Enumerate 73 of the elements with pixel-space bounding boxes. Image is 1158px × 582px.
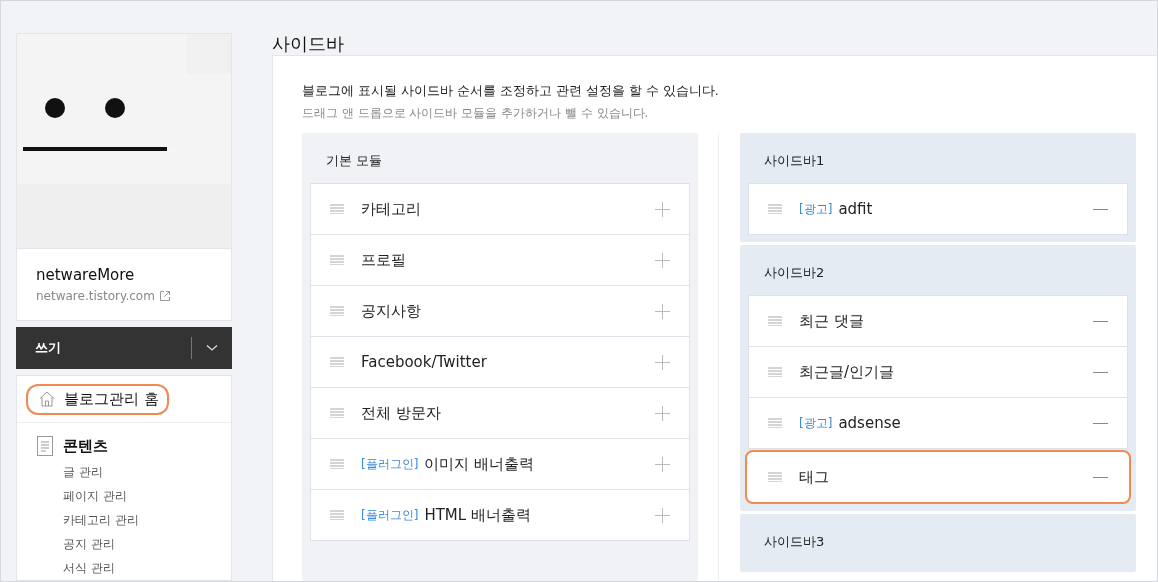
- sidebar-title: 사이드바3: [763, 533, 826, 551]
- module-name: HTML 배너출력: [424, 505, 531, 525]
- drag-handle-icon: [768, 367, 782, 377]
- module-item[interactable]: 최근 댓글: [748, 295, 1128, 347]
- drag-handle-icon: [330, 459, 344, 469]
- module-item[interactable]: [플러그인] HTML 배너출력: [310, 489, 690, 541]
- description-text: 드래그 앤 드롭으로 사이드바 모듈을 추가하거나 뺄 수 있습니다.: [302, 105, 650, 122]
- drag-handle-icon: [330, 357, 344, 367]
- module-name: adsense: [838, 414, 901, 432]
- module-tag: [플러그인]: [361, 506, 419, 524]
- module-tag: [플러그인]: [361, 455, 419, 473]
- module-name: 태그: [799, 467, 829, 487]
- module-item[interactable]: 프로필: [310, 234, 690, 286]
- minus-icon: [1093, 370, 1108, 374]
- external-link-icon: [158, 290, 171, 302]
- drag-handle-icon: [330, 255, 344, 265]
- minus-icon: [1093, 207, 1108, 211]
- module-item[interactable]: [플러그인] 이미지 배너출력: [310, 438, 690, 490]
- module-item[interactable]: [광고] adsense: [748, 397, 1128, 449]
- drag-handle-icon: [768, 472, 782, 482]
- minus-icon: [1093, 475, 1108, 479]
- menu-item[interactable]: 글 관리: [37, 460, 231, 484]
- drag-handle-icon: [768, 418, 782, 428]
- drag-handle-icon: [768, 204, 782, 214]
- module-tag: [광고]: [799, 414, 833, 432]
- drag-handle-icon: [330, 510, 344, 520]
- drag-handle-icon: [768, 316, 782, 326]
- write-button[interactable]: 쓰기: [16, 327, 191, 369]
- module-item[interactable]: 전체 방문자: [310, 387, 690, 439]
- minus-icon: [1093, 421, 1108, 425]
- module-name: 이미지 배너출력: [424, 454, 535, 474]
- plus-icon: [655, 405, 670, 421]
- plus-icon: [655, 456, 670, 472]
- module-item[interactable]: 태그: [745, 450, 1131, 504]
- sidebar-title: 사이드바1: [763, 152, 826, 170]
- module-name: 공지사항: [361, 301, 421, 321]
- module-name: 전체 방문자: [361, 403, 441, 423]
- module-name: 프로필: [361, 250, 406, 270]
- module-item[interactable]: [광고] adfit: [748, 183, 1128, 235]
- module-item[interactable]: 최근글/인기글: [748, 346, 1128, 398]
- minus-icon: [1093, 319, 1108, 323]
- plus-icon: [655, 303, 670, 319]
- menu-item[interactable]: 카테고리 관리: [37, 508, 231, 532]
- column-title: 기본 모듈: [325, 152, 384, 170]
- module-name: 최근글/인기글: [799, 362, 895, 382]
- plus-icon: [655, 354, 670, 370]
- page-title: 사이드바: [272, 33, 345, 55]
- drag-handle-icon: [330, 408, 344, 418]
- menu-item[interactable]: 서식 관리: [37, 556, 231, 580]
- module-name: adfit: [838, 200, 873, 218]
- module-tag: [광고]: [799, 200, 833, 218]
- document-icon: [37, 436, 53, 456]
- module-name: Facebook/Twitter: [361, 353, 487, 371]
- module-item[interactable]: 카테고리: [310, 183, 690, 235]
- home-icon: [38, 390, 56, 408]
- module-name: 카테고리: [361, 199, 421, 219]
- drag-handle-icon: [330, 204, 344, 214]
- description-text: 블로그에 표시될 사이드바 순서를 조정하고 관련 설정을 할 수 있습니다.: [302, 82, 720, 100]
- plus-icon: [655, 201, 670, 217]
- menu-item[interactable]: 공지 관리: [37, 532, 231, 556]
- menu-section-title: 콘텐츠: [63, 436, 108, 456]
- plus-icon: [655, 252, 670, 268]
- caret-icon: [206, 344, 218, 352]
- sidebar-title: 사이드바2: [763, 264, 826, 282]
- module-item[interactable]: Facebook/Twitter: [310, 336, 690, 388]
- blog-url-link[interactable]: netware.tistory.com: [36, 289, 171, 303]
- module-name: 최근 댓글: [799, 311, 864, 331]
- menu-item[interactable]: 블로그관리 홈: [26, 383, 169, 415]
- plus-icon: [655, 507, 670, 523]
- menu-item[interactable]: 페이지 관리: [37, 484, 231, 508]
- drag-handle-icon: [330, 306, 344, 316]
- module-item[interactable]: 공지사항: [310, 285, 690, 337]
- blog-name: netwareMore: [36, 265, 136, 285]
